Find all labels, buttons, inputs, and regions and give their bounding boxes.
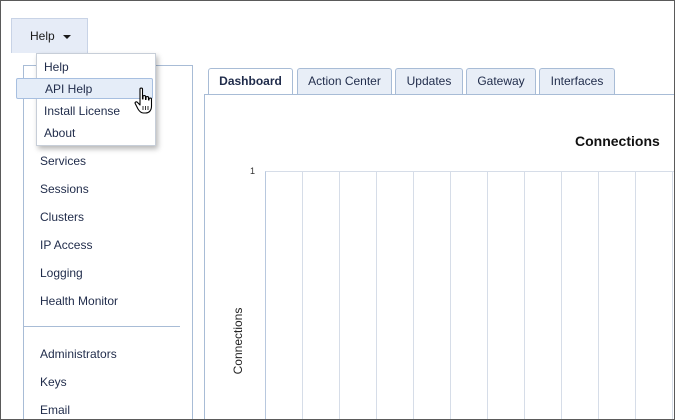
menu-item-label: About [44,126,76,140]
chart-gridline [302,171,303,419]
menu-item-about[interactable]: About [37,122,155,144]
sidebar-item-clusters[interactable]: Clusters [40,210,84,224]
chart-title: Connections [575,133,660,149]
chart-gridline [672,171,673,419]
help-menu-button[interactable]: Help [11,18,88,53]
sidebar-divider [24,326,180,327]
sidebar-item-administrators[interactable]: Administrators [40,347,117,361]
tab-updates[interactable]: Updates [395,68,463,94]
menu-item-label: Help [44,60,69,74]
chart-gridline [524,171,525,419]
y-tick-label: 1 [250,166,256,176]
chart-gridline [635,171,636,419]
sidebar-item-logging[interactable]: Logging [40,266,83,280]
sidebar-item-email[interactable]: Email [40,403,70,417]
menu-item-help[interactable]: Help [37,56,155,78]
chart-gridline [413,171,414,419]
chart-gridline [376,171,377,419]
sidebar-item-health-monitor[interactable]: Health Monitor [40,294,118,308]
tab-interfaces[interactable]: Interfaces [539,68,615,94]
chart-gridline [450,171,451,419]
sidebar-item-sessions[interactable]: Sessions [40,182,89,196]
chart-gridline [339,171,340,419]
tab-gateway[interactable]: Gateway [466,68,536,94]
sidebar-item-keys[interactable]: Keys [40,375,67,389]
app-window: Help Services Sessions Clusters IP Acces… [0,0,675,420]
tab-action-center[interactable]: Action Center [297,68,392,94]
chart-gridline [561,171,562,419]
chevron-down-icon [63,35,71,39]
chart-gridline [598,171,599,419]
sidebar-item-services[interactable]: Services [40,154,86,168]
help-menu-label: Help [30,29,55,43]
menu-item-api-help[interactable]: API Help [16,78,153,99]
sidebar-item-ip-access[interactable]: IP Access [40,238,92,252]
y-axis-label: Connections [231,307,245,375]
menu-item-label: API Help [45,82,93,96]
hand-pointer-icon [134,87,153,114]
tab-dashboard[interactable]: Dashboard [208,68,293,95]
chart-plot-area [265,171,674,419]
menu-item-label: Install License [44,104,121,118]
chart-gridline [487,171,488,419]
